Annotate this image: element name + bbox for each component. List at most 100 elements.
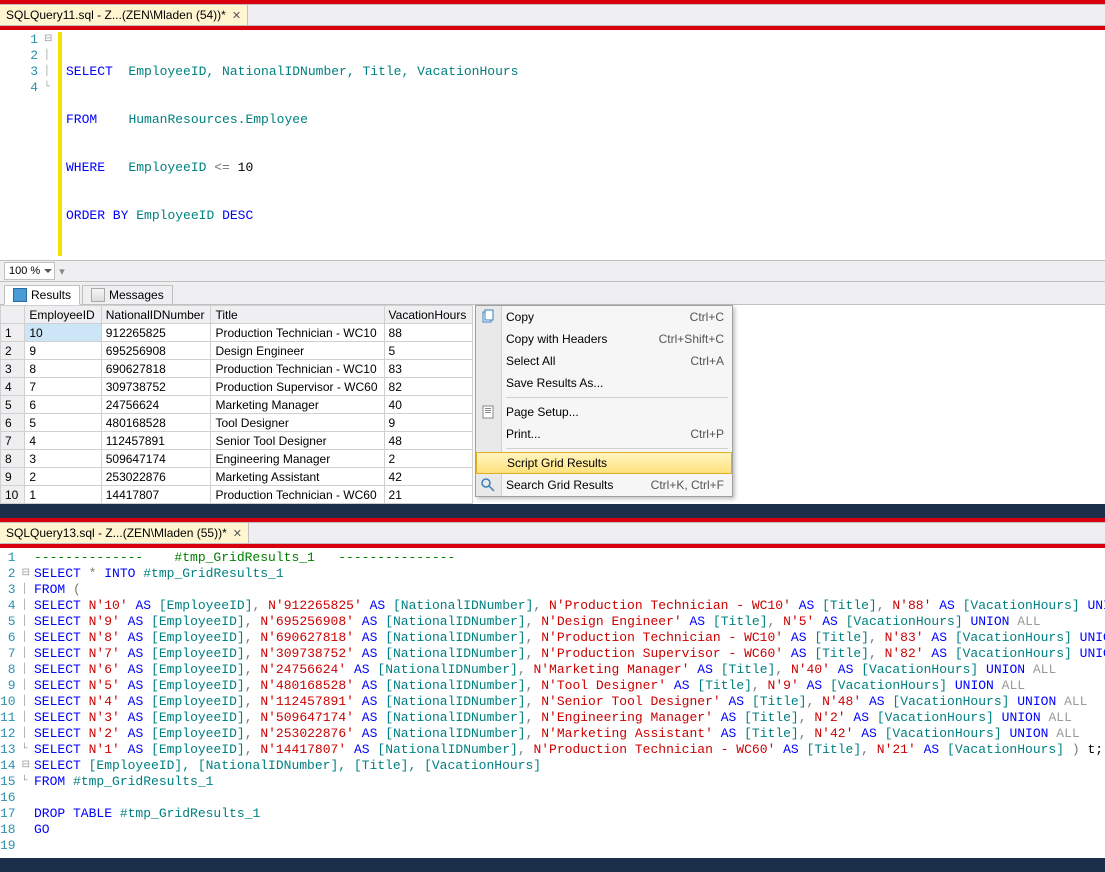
cell[interactable]: Production Technician - WC60 — [211, 486, 384, 504]
cell[interactable]: 7 — [25, 378, 101, 396]
cell[interactable]: 48 — [384, 432, 473, 450]
cell[interactable]: 112457891 — [101, 432, 211, 450]
cell[interactable]: 2 — [384, 450, 473, 468]
fold-gutter: ⊟││││││││││└⊟└ — [22, 550, 30, 854]
sql-editor[interactable]: 1234 ⊟││└ SELECT EmployeeID, NationalIDN… — [0, 30, 1105, 260]
menu-search-grid-results[interactable]: Search Grid Results Ctrl+K, Ctrl+F — [476, 474, 732, 496]
table-row[interactable]: 65480168528Tool Designer9 — [1, 414, 473, 432]
cell[interactable]: 83 — [384, 360, 473, 378]
code-area[interactable]: -------------- #tmp_GridResults_1 ------… — [30, 550, 1105, 854]
row-number[interactable]: 9 — [1, 468, 25, 486]
file-tab[interactable]: SQLQuery11.sql - Z...(ZEN\Mladen (54))* … — [0, 5, 248, 25]
cell[interactable]: Marketing Manager — [211, 396, 384, 414]
menu-save-results[interactable]: Save Results As... — [476, 372, 732, 394]
menu-select-all[interactable]: Select All Ctrl+A — [476, 350, 732, 372]
menu-print[interactable]: Print... Ctrl+P — [476, 423, 732, 445]
code-area[interactable]: SELECT EmployeeID, NationalIDNumber, Tit… — [62, 32, 519, 256]
cell[interactable]: Production Technician - WC10 — [211, 324, 384, 342]
sql-editor[interactable]: 12345678910111213141516171819 ⊟│││││││││… — [0, 548, 1105, 858]
table-row[interactable]: 10114417807Production Technician - WC602… — [1, 486, 473, 504]
zoom-dropdown[interactable]: 100 % — [4, 262, 55, 280]
row-number[interactable]: 3 — [1, 360, 25, 378]
col-header[interactable]: EmployeeID — [25, 306, 101, 324]
close-icon[interactable]: ✕ — [233, 527, 242, 540]
cell[interactable]: 690627818 — [101, 360, 211, 378]
cell[interactable]: 4 — [25, 432, 101, 450]
cell[interactable]: 9 — [25, 342, 101, 360]
cell[interactable]: 509647174 — [101, 450, 211, 468]
row-number[interactable]: 7 — [1, 432, 25, 450]
fold-gutter: ⊟││└ — [44, 32, 58, 256]
cell[interactable]: 9 — [384, 414, 473, 432]
copy-icon — [480, 309, 496, 325]
cell[interactable]: Production Supervisor - WC60 — [211, 378, 384, 396]
cell[interactable]: Design Engineer — [211, 342, 384, 360]
cell[interactable]: 14417807 — [101, 486, 211, 504]
cell[interactable]: 82 — [384, 378, 473, 396]
line-gutter: 1234 — [0, 32, 44, 256]
close-icon[interactable]: ✕ — [232, 9, 241, 22]
results-grid[interactable]: EmployeeID NationalIDNumber Title Vacati… — [0, 305, 473, 504]
table-row[interactable]: 5624756624Marketing Manager40 — [1, 396, 473, 414]
menu-copy[interactable]: Copy Ctrl+C — [476, 306, 732, 328]
cell[interactable]: 21 — [384, 486, 473, 504]
row-number[interactable]: 10 — [1, 486, 25, 504]
cell[interactable]: Senior Tool Designer — [211, 432, 384, 450]
table-row[interactable]: 38690627818Production Technician - WC108… — [1, 360, 473, 378]
cell[interactable]: 3 — [25, 450, 101, 468]
line-gutter: 12345678910111213141516171819 — [0, 550, 22, 854]
cell[interactable]: 40 — [384, 396, 473, 414]
corner-cell[interactable] — [1, 306, 25, 324]
cell[interactable]: 480168528 — [101, 414, 211, 432]
table-row[interactable]: 110912265825Production Technician - WC10… — [1, 324, 473, 342]
menu-separator — [506, 397, 728, 398]
cell[interactable]: 42 — [384, 468, 473, 486]
result-tab-strip: Results Messages — [0, 282, 1105, 305]
menu-separator — [506, 448, 728, 449]
cell[interactable]: 912265825 — [101, 324, 211, 342]
cell[interactable]: 695256908 — [101, 342, 211, 360]
table-row[interactable]: 83509647174Engineering Manager2 — [1, 450, 473, 468]
cell[interactable]: 88 — [384, 324, 473, 342]
file-tab-strip: SQLQuery13.sql - Z...(ZEN\Mladen (55))* … — [0, 522, 1105, 544]
file-tab-strip: SQLQuery11.sql - Z...(ZEN\Mladen (54))* … — [0, 4, 1105, 26]
tab-label: Messages — [109, 288, 164, 302]
zoom-bar: 100 % ▾ — [0, 260, 1105, 282]
file-tab[interactable]: SQLQuery13.sql - Z...(ZEN\Mladen (55))* … — [0, 523, 249, 543]
cell[interactable]: 5 — [25, 414, 101, 432]
cell[interactable]: 2 — [25, 468, 101, 486]
cell[interactable]: Engineering Manager — [211, 450, 384, 468]
cell[interactable]: 253022876 — [101, 468, 211, 486]
cell[interactable]: 1 — [25, 486, 101, 504]
menu-copy-headers[interactable]: Copy with Headers Ctrl+Shift+C — [476, 328, 732, 350]
cell[interactable]: 24756624 — [101, 396, 211, 414]
table-row[interactable]: 47309738752Production Supervisor - WC608… — [1, 378, 473, 396]
cell[interactable]: 10 — [25, 324, 101, 342]
tab-messages[interactable]: Messages — [82, 285, 173, 305]
menu-script-grid-results[interactable]: Script Grid Results — [476, 452, 732, 474]
table-row[interactable]: 74112457891Senior Tool Designer48 — [1, 432, 473, 450]
menu-page-setup[interactable]: Page Setup... — [476, 401, 732, 423]
col-header[interactable]: NationalIDNumber — [101, 306, 211, 324]
row-number[interactable]: 8 — [1, 450, 25, 468]
cell[interactable]: Marketing Assistant — [211, 468, 384, 486]
table-row[interactable]: 92253022876Marketing Assistant42 — [1, 468, 473, 486]
cell[interactable]: 6 — [25, 396, 101, 414]
row-number[interactable]: 1 — [1, 324, 25, 342]
row-number[interactable]: 6 — [1, 414, 25, 432]
row-number[interactable]: 2 — [1, 342, 25, 360]
col-header[interactable]: Title — [211, 306, 384, 324]
file-tab-label: SQLQuery11.sql - Z...(ZEN\Mladen (54))* — [6, 8, 226, 22]
tab-results[interactable]: Results — [4, 285, 80, 305]
cell[interactable]: 309738752 — [101, 378, 211, 396]
col-header[interactable]: VacationHours — [384, 306, 473, 324]
query-pane-2: SQLQuery13.sql - Z...(ZEN\Mladen (55))* … — [0, 518, 1105, 858]
file-tab-label: SQLQuery13.sql - Z...(ZEN\Mladen (55))* — [6, 526, 227, 540]
table-row[interactable]: 29695256908Design Engineer5 — [1, 342, 473, 360]
cell[interactable]: Production Technician - WC10 — [211, 360, 384, 378]
cell[interactable]: Tool Designer — [211, 414, 384, 432]
cell[interactable]: 5 — [384, 342, 473, 360]
cell[interactable]: 8 — [25, 360, 101, 378]
row-number[interactable]: 4 — [1, 378, 25, 396]
row-number[interactable]: 5 — [1, 396, 25, 414]
